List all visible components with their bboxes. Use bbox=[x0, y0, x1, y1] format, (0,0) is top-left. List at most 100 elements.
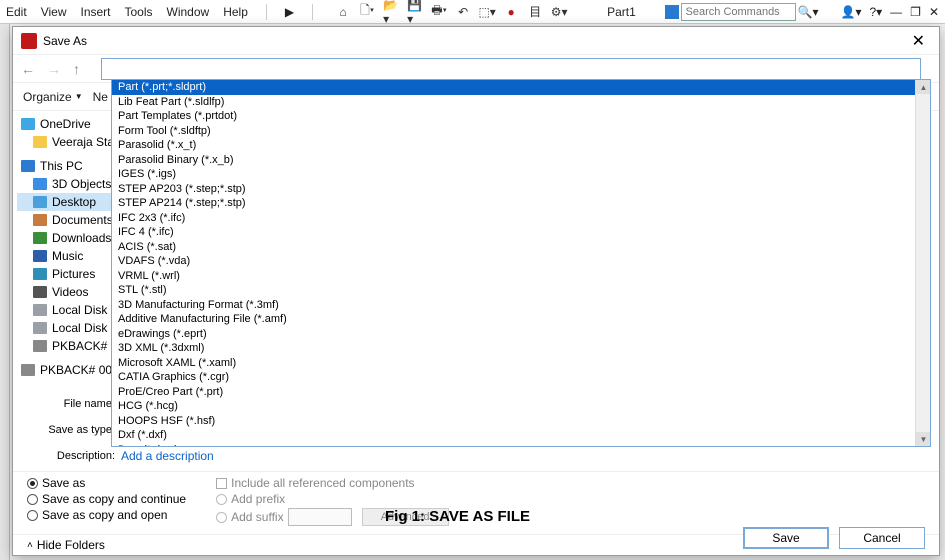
file-type-option[interactable]: Part (*.prt;*.sldprt) bbox=[112, 80, 930, 95]
file-type-option[interactable]: STEP AP203 (*.step;*.stp) bbox=[112, 182, 930, 197]
description-label: Description: bbox=[27, 450, 121, 462]
opt-save-copy-open[interactable]: Save as copy and open bbox=[27, 508, 186, 522]
file-type-option[interactable]: IFC 4 (*.ifc) bbox=[112, 225, 930, 240]
checkbox-icon bbox=[216, 478, 227, 489]
menu-insert[interactable]: Insert bbox=[80, 5, 110, 19]
down-icon bbox=[33, 232, 47, 244]
file-type-option[interactable]: Part Templates (*.prtdot) bbox=[112, 109, 930, 124]
nav-forward-icon[interactable]: → bbox=[47, 61, 61, 77]
menu-window[interactable]: Window bbox=[167, 5, 210, 19]
file-type-option[interactable]: HCG (*.hcg) bbox=[112, 399, 930, 414]
dialog-close-icon[interactable]: ✕ bbox=[906, 31, 931, 51]
scroll-up-icon[interactable]: ▲ bbox=[916, 80, 931, 94]
search-input[interactable] bbox=[681, 3, 796, 21]
search-indicator-icon bbox=[665, 5, 679, 19]
options-icon[interactable]: ⚙▾ bbox=[551, 4, 567, 20]
file-type-option[interactable]: HOOPS HSF (*.hsf) bbox=[112, 414, 930, 429]
opt-save-as[interactable]: Save as bbox=[27, 476, 186, 490]
tree-item-label: Pictures bbox=[52, 266, 95, 282]
file-type-option[interactable]: Lib Feat Part (*.sldlfp) bbox=[112, 95, 930, 110]
dialog-buttons: Save Cancel bbox=[743, 527, 925, 549]
dialog-title: Save As bbox=[43, 34, 87, 48]
open-icon[interactable]: 📂▾ bbox=[383, 4, 399, 20]
file-type-option[interactable]: Parasolid (*.x_t) bbox=[112, 138, 930, 153]
rebuild-icon[interactable]: ● bbox=[503, 4, 519, 20]
app-background bbox=[0, 24, 10, 560]
search-commands: 🔍▾ bbox=[665, 3, 819, 21]
opt-save-copy-continue[interactable]: Save as copy and continue bbox=[27, 492, 186, 506]
std-toolbar: ⌂ 🗋▾ 📂▾ 💾▾ 🖶▾ ↶ ⬚▾ ● 目 ⚙▾ bbox=[335, 4, 567, 20]
file-type-option[interactable]: VDAFS (*.vda) bbox=[112, 254, 930, 269]
file-type-option[interactable]: IGES (*.igs) bbox=[112, 167, 930, 182]
file-type-option[interactable]: 3D Manufacturing Format (*.3mf) bbox=[112, 298, 930, 313]
save-button[interactable]: Save bbox=[743, 527, 829, 549]
play-icon[interactable]: ▶ bbox=[285, 5, 294, 19]
equation-icon[interactable]: 目 bbox=[527, 4, 543, 20]
menu-tools[interactable]: Tools bbox=[125, 5, 153, 19]
tree-item-label: This PC bbox=[40, 158, 83, 174]
file-type-option[interactable]: ACIS (*.sat) bbox=[112, 240, 930, 255]
file-type-option[interactable]: CATIA Graphics (*.cgr) bbox=[112, 370, 930, 385]
menu-view[interactable]: View bbox=[41, 5, 67, 19]
breadcrumb-bar[interactable] bbox=[101, 58, 921, 80]
save-as-type-label: Save as type: bbox=[27, 424, 121, 436]
new-folder-button[interactable]: Ne bbox=[93, 90, 108, 104]
file-type-option[interactable]: Parasolid Binary (*.x_b) bbox=[112, 153, 930, 168]
help-icon[interactable]: ?▾ bbox=[869, 5, 882, 19]
nav-back-icon[interactable]: ← bbox=[21, 61, 35, 77]
add-description-link[interactable]: Add a description bbox=[121, 449, 214, 463]
scroll-down-icon[interactable]: ▼ bbox=[916, 432, 931, 446]
file-type-option[interactable]: STEP AP214 (*.step;*.stp) bbox=[112, 196, 930, 211]
obj-icon bbox=[33, 178, 47, 190]
pic-icon bbox=[33, 268, 47, 280]
doc-icon bbox=[33, 214, 47, 226]
user-icon[interactable]: 👤▾ bbox=[841, 5, 862, 19]
suffix-input bbox=[288, 508, 352, 526]
opt-add-prefix: Add prefix bbox=[216, 492, 448, 506]
print-icon[interactable]: 🖶▾ bbox=[431, 4, 447, 20]
disk-icon bbox=[33, 322, 47, 334]
close-app-icon[interactable]: ✕ bbox=[929, 5, 939, 19]
window-controls: 👤▾ ?▾ — ❐ ✕ bbox=[841, 5, 940, 19]
tree-item-label: Desktop bbox=[52, 194, 96, 210]
folder-icon bbox=[33, 136, 47, 148]
search-icon[interactable]: 🔍▾ bbox=[798, 5, 819, 19]
file-type-option[interactable]: Dxf (*.dxf) bbox=[112, 428, 930, 443]
file-type-option[interactable]: STL (*.stl) bbox=[112, 283, 930, 298]
new-doc-icon[interactable]: 🗋▾ bbox=[359, 4, 375, 20]
radio-icon bbox=[27, 478, 38, 489]
disk-icon bbox=[33, 304, 47, 316]
radio-icon bbox=[216, 512, 227, 523]
cloud-icon bbox=[21, 118, 35, 130]
cancel-button[interactable]: Cancel bbox=[839, 527, 925, 549]
chevron-up-icon: ˄ bbox=[27, 540, 33, 551]
file-type-option[interactable]: Dwg (*.dwg) bbox=[112, 443, 930, 448]
opt-include-refs[interactable]: Include all referenced components bbox=[216, 476, 448, 490]
radio-icon bbox=[27, 494, 38, 505]
file-type-option[interactable]: IFC 2x3 (*.ifc) bbox=[112, 211, 930, 226]
file-type-option[interactable]: ProE/Creo Part (*.prt) bbox=[112, 385, 930, 400]
organize-button[interactable]: Organize▼ bbox=[23, 90, 83, 104]
tree-item-label: Downloads bbox=[52, 230, 111, 246]
file-type-option[interactable]: eDrawings (*.eprt) bbox=[112, 327, 930, 342]
save-as-dialog: Save As ✕ ← → ↑ Organize▼ Ne Part (*.prt… bbox=[12, 26, 940, 556]
file-type-option[interactable]: Additive Manufacturing File (*.amf) bbox=[112, 312, 930, 327]
restore-icon[interactable]: ❐ bbox=[910, 5, 921, 19]
usb-icon bbox=[33, 340, 47, 352]
select-icon[interactable]: ⬚▾ bbox=[479, 4, 495, 20]
file-type-option[interactable]: Form Tool (*.sldftp) bbox=[112, 124, 930, 139]
desk-icon bbox=[33, 196, 47, 208]
save-icon[interactable]: 💾▾ bbox=[407, 4, 423, 20]
file-type-option[interactable]: VRML (*.wrl) bbox=[112, 269, 930, 284]
dropdown-scrollbar[interactable]: ▲ ▼ bbox=[915, 80, 930, 446]
document-name: Part1 bbox=[607, 5, 636, 19]
minimize-icon[interactable]: — bbox=[890, 5, 902, 19]
file-type-option[interactable]: 3D XML (*.3dxml) bbox=[112, 341, 930, 356]
file-type-option[interactable]: Microsoft XAML (*.xaml) bbox=[112, 356, 930, 371]
menu-edit[interactable]: Edit bbox=[6, 5, 27, 19]
menu-help[interactable]: Help bbox=[223, 5, 248, 19]
undo-icon[interactable]: ↶ bbox=[455, 4, 471, 20]
save-mode-options: Save as Save as copy and continue Save a… bbox=[27, 476, 186, 528]
nav-up-icon[interactable]: ↑ bbox=[73, 61, 80, 77]
home-icon[interactable]: ⌂ bbox=[335, 4, 351, 20]
